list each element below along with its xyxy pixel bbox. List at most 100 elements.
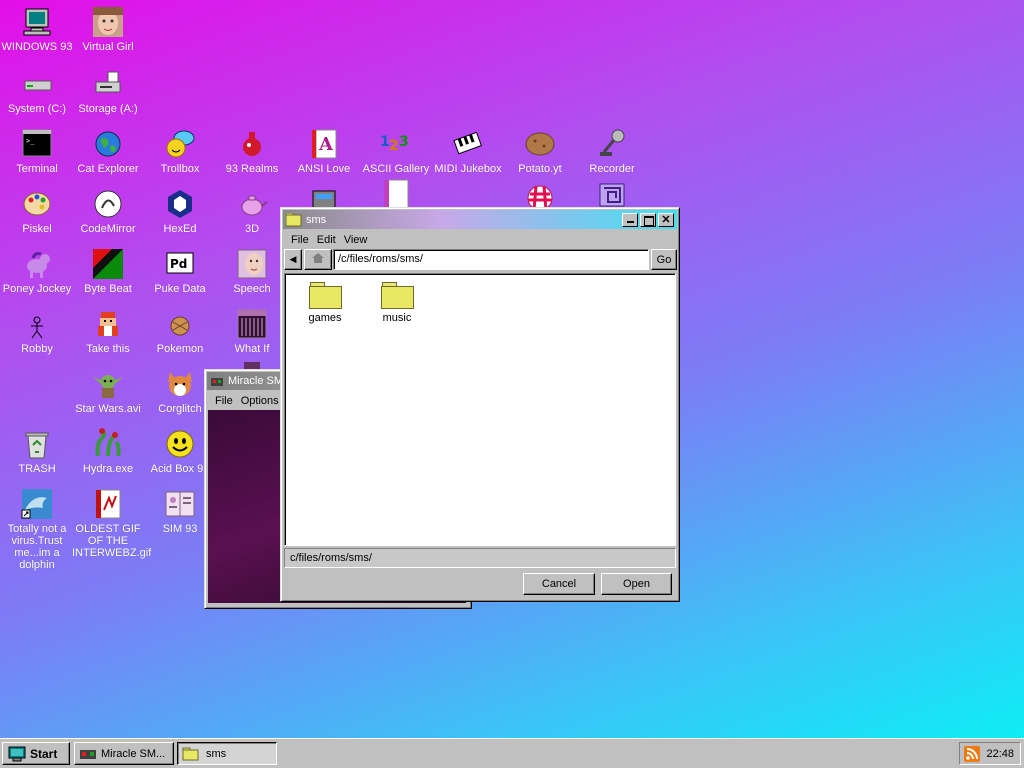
home-button[interactable] <box>304 249 332 270</box>
desktop-icon-cat-explorer[interactable]: Cat Explorer <box>72 128 144 175</box>
folder-item-games[interactable]: games <box>297 282 353 324</box>
desktop-icon-label: What If <box>234 343 270 355</box>
svg-text:2: 2 <box>389 138 399 154</box>
folder-label: music <box>382 312 412 324</box>
desktop-icon-poney-jockey[interactable]: Poney Jockey <box>1 248 73 295</box>
desktop-icon-byte-beat[interactable]: Byte Beat <box>72 248 144 295</box>
desktop-icon-label: Piskel <box>22 223 52 235</box>
desktop-icon-what-if[interactable]: What If <box>216 308 288 355</box>
menu-view[interactable]: View <box>340 234 372 246</box>
desktop-icon-label: System (C:) <box>7 103 67 115</box>
desktop-icon-virtual-girl[interactable]: Virtual Girl <box>72 6 144 53</box>
desktop-icon-midi-jukebox[interactable]: MIDI Jukebox <box>432 128 504 175</box>
rss-icon[interactable] <box>964 745 981 762</box>
floppy-drive-icon <box>92 68 124 100</box>
desktop-icon-recorder[interactable]: Recorder <box>576 128 648 175</box>
drive-icon <box>21 68 53 100</box>
desktop-icon-label: 93 Realms <box>225 163 279 175</box>
desktop-icon-label: Speech <box>233 283 271 295</box>
desktop-icon-puke-data[interactable]: Pd Puke Data <box>144 248 216 295</box>
desktop-icon-robby[interactable]: Robby <box>1 316 73 355</box>
start-button[interactable]: Start <box>2 742 70 765</box>
paint-file-icon <box>380 178 412 210</box>
ansi-letter-icon: A <box>308 128 340 160</box>
corgi-icon <box>164 368 196 400</box>
desktop-icon-system-c[interactable]: System (C:) <box>1 68 73 115</box>
desktop-icon-trash[interactable]: TRASH <box>1 428 73 475</box>
open-button[interactable]: Open <box>601 573 672 595</box>
go-label: Go <box>656 253 672 266</box>
task-sms[interactable]: sms <box>177 742 277 765</box>
desktop-icon-93-realms[interactable]: 93 Realms <box>216 128 288 175</box>
desktop-icon-hexed[interactable]: HexEd <box>144 188 216 235</box>
file-dialog-titlebar[interactable]: sms ✕ <box>283 210 677 229</box>
back-arrow-icon: ◀ <box>289 254 297 264</box>
task-miracle-sms[interactable]: Miracle SM... <box>74 742 174 765</box>
menu-file[interactable]: File <box>287 234 313 246</box>
menu-edit[interactable]: Edit <box>313 234 340 246</box>
speech-face-icon <box>236 248 268 280</box>
desktop-icon-label: Virtual Girl <box>82 41 134 53</box>
maximize-button[interactable] <box>640 212 656 227</box>
task-label: sms <box>206 747 227 760</box>
desktop-icon-label: TRASH <box>18 463 56 475</box>
file-list[interactable]: games music <box>284 273 676 546</box>
desktop-icon-dolphin[interactable]: Totally not a virus.Trust me...im a dolp… <box>1 488 73 571</box>
status-bar: c/files/roms/sms/ <box>284 548 676 568</box>
desktop-icon-3d[interactable]: 3D <box>216 188 288 235</box>
folder-item-music[interactable]: music <box>369 282 425 324</box>
path-input[interactable]: /c/files/roms/sms/ <box>333 249 649 270</box>
bytebeat-icon <box>92 248 124 280</box>
desktop-icon-storage-a[interactable]: Storage (A:) <box>72 68 144 115</box>
desktop-icon-potato-yt[interactable]: Potato.yt <box>504 128 576 175</box>
svg-text:Pd: Pd <box>170 257 187 271</box>
joystick-icon <box>210 375 224 387</box>
desktop-icon-label: OLDEST GIF OF THE INTERWEBZ.gif <box>72 523 152 559</box>
desktop-icon-terminal[interactable]: >_ Terminal <box>1 128 73 175</box>
desktop-icon-speech[interactable]: Speech <box>216 248 288 295</box>
back-button[interactable]: ◀ <box>284 249 302 270</box>
pd-icon: Pd <box>164 248 196 280</box>
desktop-icon-trollbox[interactable]: Trollbox <box>144 128 216 175</box>
svg-text:3: 3 <box>399 134 409 150</box>
desktop-icon-label: Terminal <box>16 163 58 175</box>
menu-file[interactable]: File <box>211 395 237 407</box>
file-dialog-window[interactable]: sms ✕ File Edit View ◀ /c/files/roms/sms… <box>280 207 680 602</box>
desktop-icon-label: Star Wars.avi <box>75 403 141 415</box>
desktop-icon-hydra[interactable]: Hydra.exe <box>72 428 144 475</box>
desktop-icon-ascii-gallery[interactable]: 123 ASCII Gallery <box>360 128 432 175</box>
desktop-icon-label: ANSI Love <box>297 163 351 175</box>
desktop-icon-label: 3D <box>244 223 260 235</box>
desktop-icon-ansi-love[interactable]: A ANSI Love <box>288 128 360 175</box>
desktop-icon-codemirror[interactable]: CodeMirror <box>72 188 144 235</box>
home-icon <box>312 253 324 266</box>
desktop-icon-label: Puke Data <box>154 283 206 295</box>
cancel-button[interactable]: Cancel <box>523 573 595 595</box>
desktop-icon-label: Totally not a virus.Trust me...im a dolp… <box>7 523 67 571</box>
minimize-icon <box>627 220 634 223</box>
piano-icon <box>452 128 484 160</box>
menu-options[interactable]: Options <box>237 395 283 407</box>
terminal-icon: >_ <box>21 128 53 160</box>
minimize-button[interactable] <box>622 212 638 227</box>
close-button[interactable]: ✕ <box>658 212 674 227</box>
chat-smiley-icon <box>164 128 196 160</box>
desktop-icon-label: Storage (A:) <box>78 103 138 115</box>
desktop-icon-take-this[interactable]: Take this <box>72 308 144 355</box>
svg-text:>_: >_ <box>26 137 35 145</box>
cancel-label: Cancel <box>541 578 577 590</box>
globe-icon <box>92 128 124 160</box>
desktop-icon-windows93[interactable]: WINDOWS 93 <box>1 6 73 53</box>
maximize-icon <box>644 215 654 226</box>
desktop-icon-piskel[interactable]: Piskel <box>1 188 73 235</box>
file-dialog-menubar: File Edit View <box>283 231 677 249</box>
desktop-icon-label: Cat Explorer <box>77 163 139 175</box>
desktop-icon-pokemon[interactable]: Pokemon <box>144 308 216 355</box>
desktop-icon-star-wars[interactable]: Star Wars.avi <box>72 368 144 415</box>
desktop-icon-label: Take this <box>86 343 130 355</box>
desktop-icon-oldest-gif[interactable]: OLDEST GIF OF THE INTERWEBZ.gif <box>72 488 152 559</box>
path-input-text: /c/files/roms/sms/ <box>338 253 423 265</box>
file-dialog-title: sms <box>306 213 327 226</box>
go-button[interactable]: Go <box>651 249 677 270</box>
folder-icon <box>285 212 302 227</box>
